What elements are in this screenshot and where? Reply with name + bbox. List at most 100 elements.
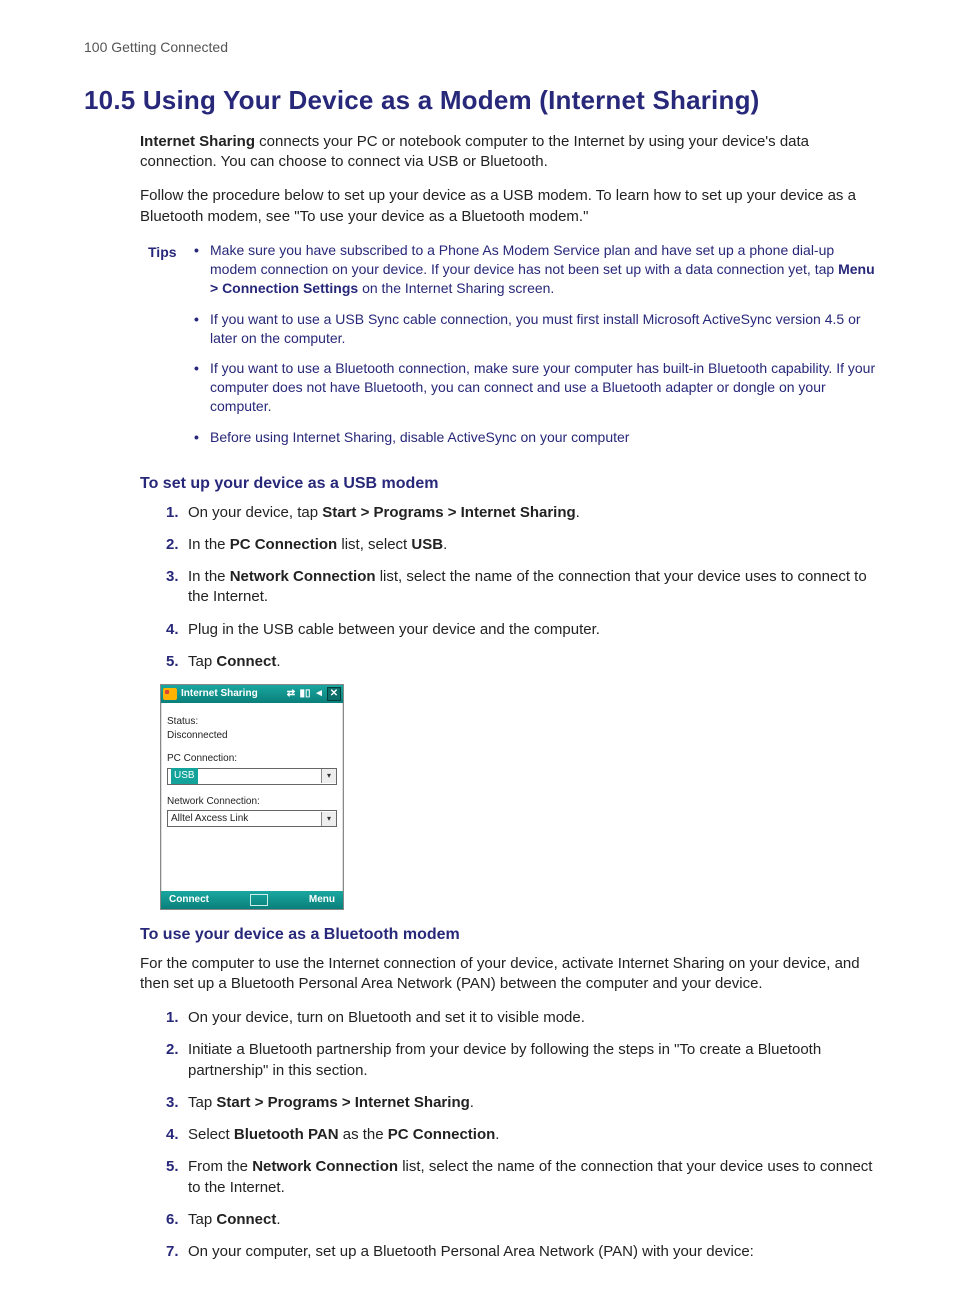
step-text: On your device, tap [188, 504, 322, 521]
tip-text: If you want to use a Bluetooth connectio… [210, 360, 875, 414]
list-item: 4. Plug in the USB cable between your de… [166, 620, 884, 640]
bluetooth-steps: 1. On your device, turn on Bluetooth and… [140, 1008, 884, 1262]
step-number: 1. [166, 503, 179, 523]
step-strong: Start > Programs > Internet Sharing [322, 504, 575, 521]
chevron-down-icon: ▾ [321, 769, 336, 783]
start-icon [163, 688, 177, 700]
list-item: 2. In the PC Connection list, select USB… [166, 535, 884, 555]
tip-item: If you want to use a USB Sync cable conn… [192, 310, 884, 348]
step-number: 4. [166, 1125, 179, 1145]
step-text: From the [188, 1158, 252, 1175]
step-strong: Network Connection [230, 568, 376, 585]
list-item: 7. On your computer, set up a Bluetooth … [166, 1242, 884, 1262]
screenshot-title: Internet Sharing [181, 687, 258, 701]
network-connection-field: Network Connection: Alltel Axcess Link ▾ [167, 795, 337, 828]
step-text: . [276, 653, 280, 670]
step-number: 3. [166, 567, 179, 587]
list-item: 3. Tap Start > Programs > Internet Shari… [166, 1093, 884, 1113]
tips-label: Tips [148, 241, 192, 262]
step-text: Initiate a Bluetooth partnership from yo… [188, 1041, 821, 1078]
close-icon: ✕ [327, 687, 341, 701]
step-text: In the [188, 536, 230, 553]
intro-paragraph-1: Internet Sharing connects your PC or not… [140, 132, 884, 173]
step-text: Tap [188, 653, 216, 670]
step-strong: PC Connection [388, 1126, 496, 1143]
step-strong: Bluetooth PAN [234, 1126, 339, 1143]
list-item: 1. On your device, turn on Bluetooth and… [166, 1008, 884, 1028]
list-item: 5. From the Network Connection list, sel… [166, 1157, 884, 1198]
list-item: 4. Select Bluetooth PAN as the PC Connec… [166, 1125, 884, 1145]
step-text: . [495, 1126, 499, 1143]
screenshot-titlebar: Internet Sharing ⇄ ▮▯ ◄ ✕ [161, 685, 343, 703]
list-item: 2. Initiate a Bluetooth partnership from… [166, 1040, 884, 1081]
tips-block: Tips Make sure you have subscribed to a … [148, 241, 884, 459]
signal-icon: ▮▯ [299, 688, 311, 700]
bluetooth-heading: To use your device as a Bluetooth modem [140, 924, 884, 946]
list-item: 6. Tap Connect. [166, 1210, 884, 1230]
intro-strong: Internet Sharing [140, 133, 255, 150]
step-text: Tap [188, 1211, 216, 1228]
network-connection-select: Alltel Axcess Link ▾ [167, 810, 337, 827]
step-text: On your computer, set up a Bluetooth Per… [188, 1243, 754, 1260]
status-label: Status: [167, 715, 337, 729]
tip-text: Before using Internet Sharing, disable A… [210, 429, 629, 445]
bluetooth-intro: For the computer to use the Internet con… [140, 954, 884, 995]
step-text: . [576, 504, 580, 521]
step-strong: Connect [216, 1211, 276, 1228]
step-text: . [443, 536, 447, 553]
tip-text: on the Internet Sharing screen. [358, 280, 554, 296]
step-text: Tap [188, 1094, 216, 1111]
volume-icon: ◄ [313, 688, 325, 700]
connect-softkey: Connect [169, 893, 209, 907]
step-number: 5. [166, 1157, 179, 1177]
step-number: 4. [166, 620, 179, 640]
tips-list: Make sure you have subscribed to a Phone… [192, 241, 884, 459]
tip-item: If you want to use a Bluetooth connectio… [192, 359, 884, 416]
tip-text: Make sure you have subscribed to a Phone… [210, 242, 838, 277]
tip-text: If you want to use a USB Sync cable conn… [210, 311, 861, 346]
step-number: 1. [166, 1008, 179, 1028]
list-item: 3. In the Network Connection list, selec… [166, 567, 884, 608]
step-number: 2. [166, 1040, 179, 1060]
screenshot-footer: Connect Menu [161, 891, 343, 909]
step-text: . [276, 1211, 280, 1228]
step-text: list, select [337, 536, 411, 553]
usb-steps: 1. On your device, tap Start > Programs … [140, 503, 884, 673]
body-content: Internet Sharing connects your PC or not… [140, 132, 884, 1262]
tip-item: Before using Internet Sharing, disable A… [192, 428, 884, 447]
step-text: . [470, 1094, 474, 1111]
step-strong: Start > Programs > Internet Sharing [216, 1094, 469, 1111]
step-text: as the [339, 1126, 388, 1143]
step-text: Plug in the USB cable between your devic… [188, 621, 600, 638]
menu-softkey: Menu [309, 893, 335, 907]
screenshot-body: Status: Disconnected PC Connection: USB … [161, 703, 343, 891]
keyboard-icon [250, 894, 268, 906]
pc-connection-value: USB [171, 768, 198, 784]
pc-connection-select: USB ▾ [167, 768, 337, 785]
status-value: Disconnected [167, 729, 337, 743]
step-number: 6. [166, 1210, 179, 1230]
list-item: 1. On your device, tap Start > Programs … [166, 503, 884, 523]
step-text: In the [188, 568, 230, 585]
tip-item: Make sure you have subscribed to a Phone… [192, 241, 884, 298]
pc-connection-field: PC Connection: USB ▾ [167, 752, 337, 785]
step-strong: USB [411, 536, 443, 553]
connectivity-icon: ⇄ [285, 688, 297, 700]
step-number: 3. [166, 1093, 179, 1113]
running-header: 100 Getting Connected [84, 38, 884, 57]
step-strong: PC Connection [230, 536, 338, 553]
device-screenshot: Internet Sharing ⇄ ▮▯ ◄ ✕ Status: Discon… [160, 684, 344, 910]
document-page: 100 Getting Connected 10.5 Using Your De… [0, 0, 954, 1314]
step-strong: Connect [216, 653, 276, 670]
pc-connection-label: PC Connection: [167, 752, 337, 766]
step-number: 7. [166, 1242, 179, 1262]
list-item: 5. Tap Connect. [166, 652, 884, 672]
step-number: 5. [166, 652, 179, 672]
network-connection-value: Alltel Axcess Link [171, 812, 248, 826]
step-text: On your device, turn on Bluetooth and se… [188, 1009, 585, 1026]
network-connection-label: Network Connection: [167, 795, 337, 809]
usb-heading: To set up your device as a USB modem [140, 473, 884, 495]
page-title: 10.5 Using Your Device as a Modem (Inter… [84, 83, 884, 118]
step-text: Select [188, 1126, 234, 1143]
chevron-down-icon: ▾ [321, 812, 336, 826]
